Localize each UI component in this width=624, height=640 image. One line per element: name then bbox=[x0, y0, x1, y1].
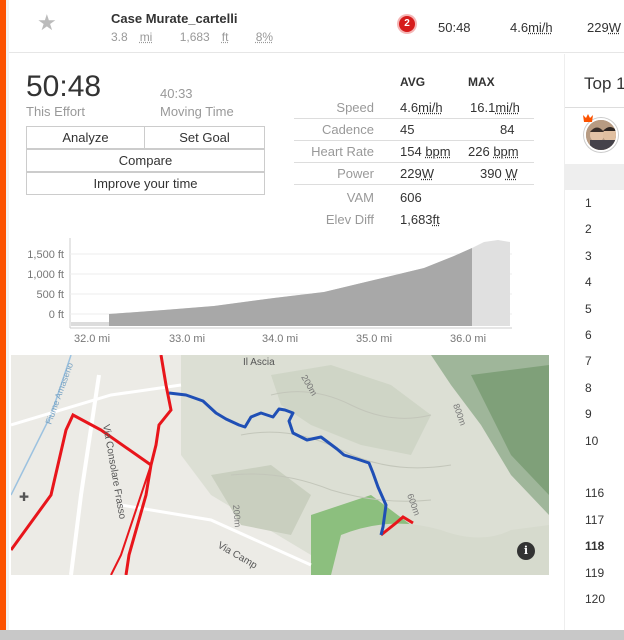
map-label: Fiume Amaseno bbox=[43, 361, 75, 426]
leaderboard-rank[interactable]: 3 bbox=[585, 249, 592, 263]
stat-label: Power bbox=[337, 166, 374, 181]
divider bbox=[294, 184, 534, 185]
map-label: 200m bbox=[231, 504, 243, 527]
leaderboard-rank[interactable]: 116 bbox=[585, 486, 604, 500]
divider bbox=[294, 118, 534, 119]
stat-label: Speed bbox=[336, 100, 374, 115]
map-label: Via Consolare Frasso bbox=[100, 424, 128, 521]
stat-avg-value: 4.6mi/h bbox=[400, 100, 443, 115]
avg-header: AVG bbox=[400, 75, 426, 89]
header-time: 50:48 bbox=[438, 20, 471, 35]
leaderboard-rank[interactable]: 117 bbox=[585, 513, 604, 527]
leaderboard-rank[interactable]: 1 bbox=[585, 196, 592, 210]
leaderboard-rank[interactable]: 5 bbox=[585, 302, 592, 316]
accent-bar bbox=[0, 0, 9, 632]
leaderboard-rank[interactable]: 4 bbox=[585, 275, 592, 289]
elevation-chart[interactable]: 1,500 ft 1,000 ft 500 ft 0 ft 32.0 mi 33… bbox=[14, 236, 514, 348]
elevation-profile-after bbox=[472, 240, 510, 326]
divider bbox=[294, 140, 534, 141]
stat-label: VAM bbox=[346, 190, 374, 205]
stat-avg-value: 1,683ft bbox=[400, 212, 440, 227]
x-tick-label: 33.0 mi bbox=[169, 333, 205, 345]
y-tick-label: 0 ft bbox=[49, 309, 64, 321]
leaderboard-rank[interactable]: 6 bbox=[585, 328, 592, 342]
segment-effort-page: ★ Case Murate_cartelli 3.8 mi 1,683 ft 8% … bbox=[0, 0, 624, 640]
segment-distance: 3.8 mi bbox=[111, 30, 153, 44]
info-icon[interactable]: i bbox=[517, 542, 535, 560]
stat-label: Cadence bbox=[321, 122, 374, 137]
rank-badge: 2 bbox=[399, 16, 415, 32]
y-tick-label: 500 ft bbox=[36, 289, 64, 301]
stat-avg-value: 154 bpm bbox=[400, 144, 451, 159]
x-tick-label: 35.0 mi bbox=[356, 333, 392, 345]
leaderboard-rank[interactable]: 8 bbox=[585, 381, 592, 395]
y-tick-label: 1,000 ft bbox=[27, 269, 64, 281]
analyze-button[interactable]: Analyze bbox=[26, 126, 145, 149]
y-tick-label: 1,500 ft bbox=[27, 249, 64, 261]
leaderboard-rank[interactable]: 120 bbox=[585, 592, 605, 606]
compare-button[interactable]: Compare bbox=[26, 149, 265, 172]
x-tick-label: 34.0 mi bbox=[262, 333, 298, 345]
effort-time: 50:48 bbox=[26, 70, 102, 103]
leaderboard-header-band bbox=[565, 164, 624, 190]
improve-time-button[interactable]: Improve your time bbox=[26, 172, 265, 195]
stat-max-value: 84 bbox=[500, 122, 515, 137]
zoom-in-icon[interactable]: ✚ bbox=[19, 490, 29, 504]
header-speed: 4.6mi/h bbox=[510, 20, 553, 35]
leaderboard-title[interactable]: Top 10 bbox=[584, 74, 624, 94]
map-label: Via Camp bbox=[216, 540, 260, 572]
leaderboard-rank-current[interactable]: 118 bbox=[585, 539, 604, 553]
kom-crown-icon bbox=[583, 114, 593, 122]
leaderboard-leader-row[interactable] bbox=[565, 108, 624, 164]
map-label: Il Ascia bbox=[243, 357, 275, 368]
x-tick-label: 36.0 mi bbox=[450, 333, 486, 345]
horizontal-scrollbar[interactable] bbox=[0, 630, 624, 640]
stat-label: Heart Rate bbox=[311, 144, 374, 159]
segment-elevation: 1,683 ft bbox=[179, 30, 229, 44]
header-power: 229W bbox=[587, 20, 621, 35]
segment-name[interactable]: Case Murate_cartelli bbox=[111, 11, 237, 26]
stat-label: Elev Diff bbox=[325, 212, 374, 227]
leaderboard-rank[interactable]: 7 bbox=[585, 354, 592, 368]
leaderboard-rank[interactable]: 2 bbox=[585, 222, 592, 236]
segment-summary: 3.8 mi 1,683 ft 8% bbox=[111, 30, 285, 44]
avatar-photo bbox=[586, 120, 616, 150]
moving-time-label: Moving Time bbox=[160, 104, 234, 119]
stat-max-value: 226 bpm bbox=[468, 144, 519, 159]
segment-map[interactable]: Il Ascia 200m Via Consolare Frasso 800m … bbox=[11, 355, 549, 575]
segment-grade: 8% bbox=[255, 30, 274, 44]
elevation-profile-segment bbox=[109, 248, 472, 326]
leaderboard-panel: Top 10 1 2 3 4 5 6 7 8 bbox=[564, 54, 624, 630]
leaderboard-rank[interactable]: 9 bbox=[585, 407, 592, 421]
effort-time-label: This Effort bbox=[26, 104, 86, 119]
max-header: MAX bbox=[468, 75, 495, 89]
stat-avg-value: 606 bbox=[400, 190, 422, 205]
stat-max-value: 390 W bbox=[480, 166, 518, 181]
divider bbox=[294, 162, 534, 163]
x-tick-label: 32.0 mi bbox=[74, 333, 110, 345]
map-canvas[interactable]: Il Ascia 200m Via Consolare Frasso 800m … bbox=[11, 355, 549, 575]
leaderboard-rank[interactable]: 10 bbox=[585, 434, 598, 448]
star-icon[interactable]: ★ bbox=[37, 10, 57, 36]
stat-max-value: 16.1mi/h bbox=[470, 100, 520, 115]
stat-avg-value: 45 bbox=[400, 122, 415, 137]
moving-time: 40:33 bbox=[160, 86, 193, 101]
segment-header-row[interactable]: ★ Case Murate_cartelli 3.8 mi 1,683 ft 8% … bbox=[9, 0, 624, 53]
leaderboard-rank[interactable]: 119 bbox=[585, 566, 604, 580]
set-goal-button[interactable]: Set Goal bbox=[144, 126, 265, 149]
stat-avg-value: 229W bbox=[400, 166, 434, 181]
